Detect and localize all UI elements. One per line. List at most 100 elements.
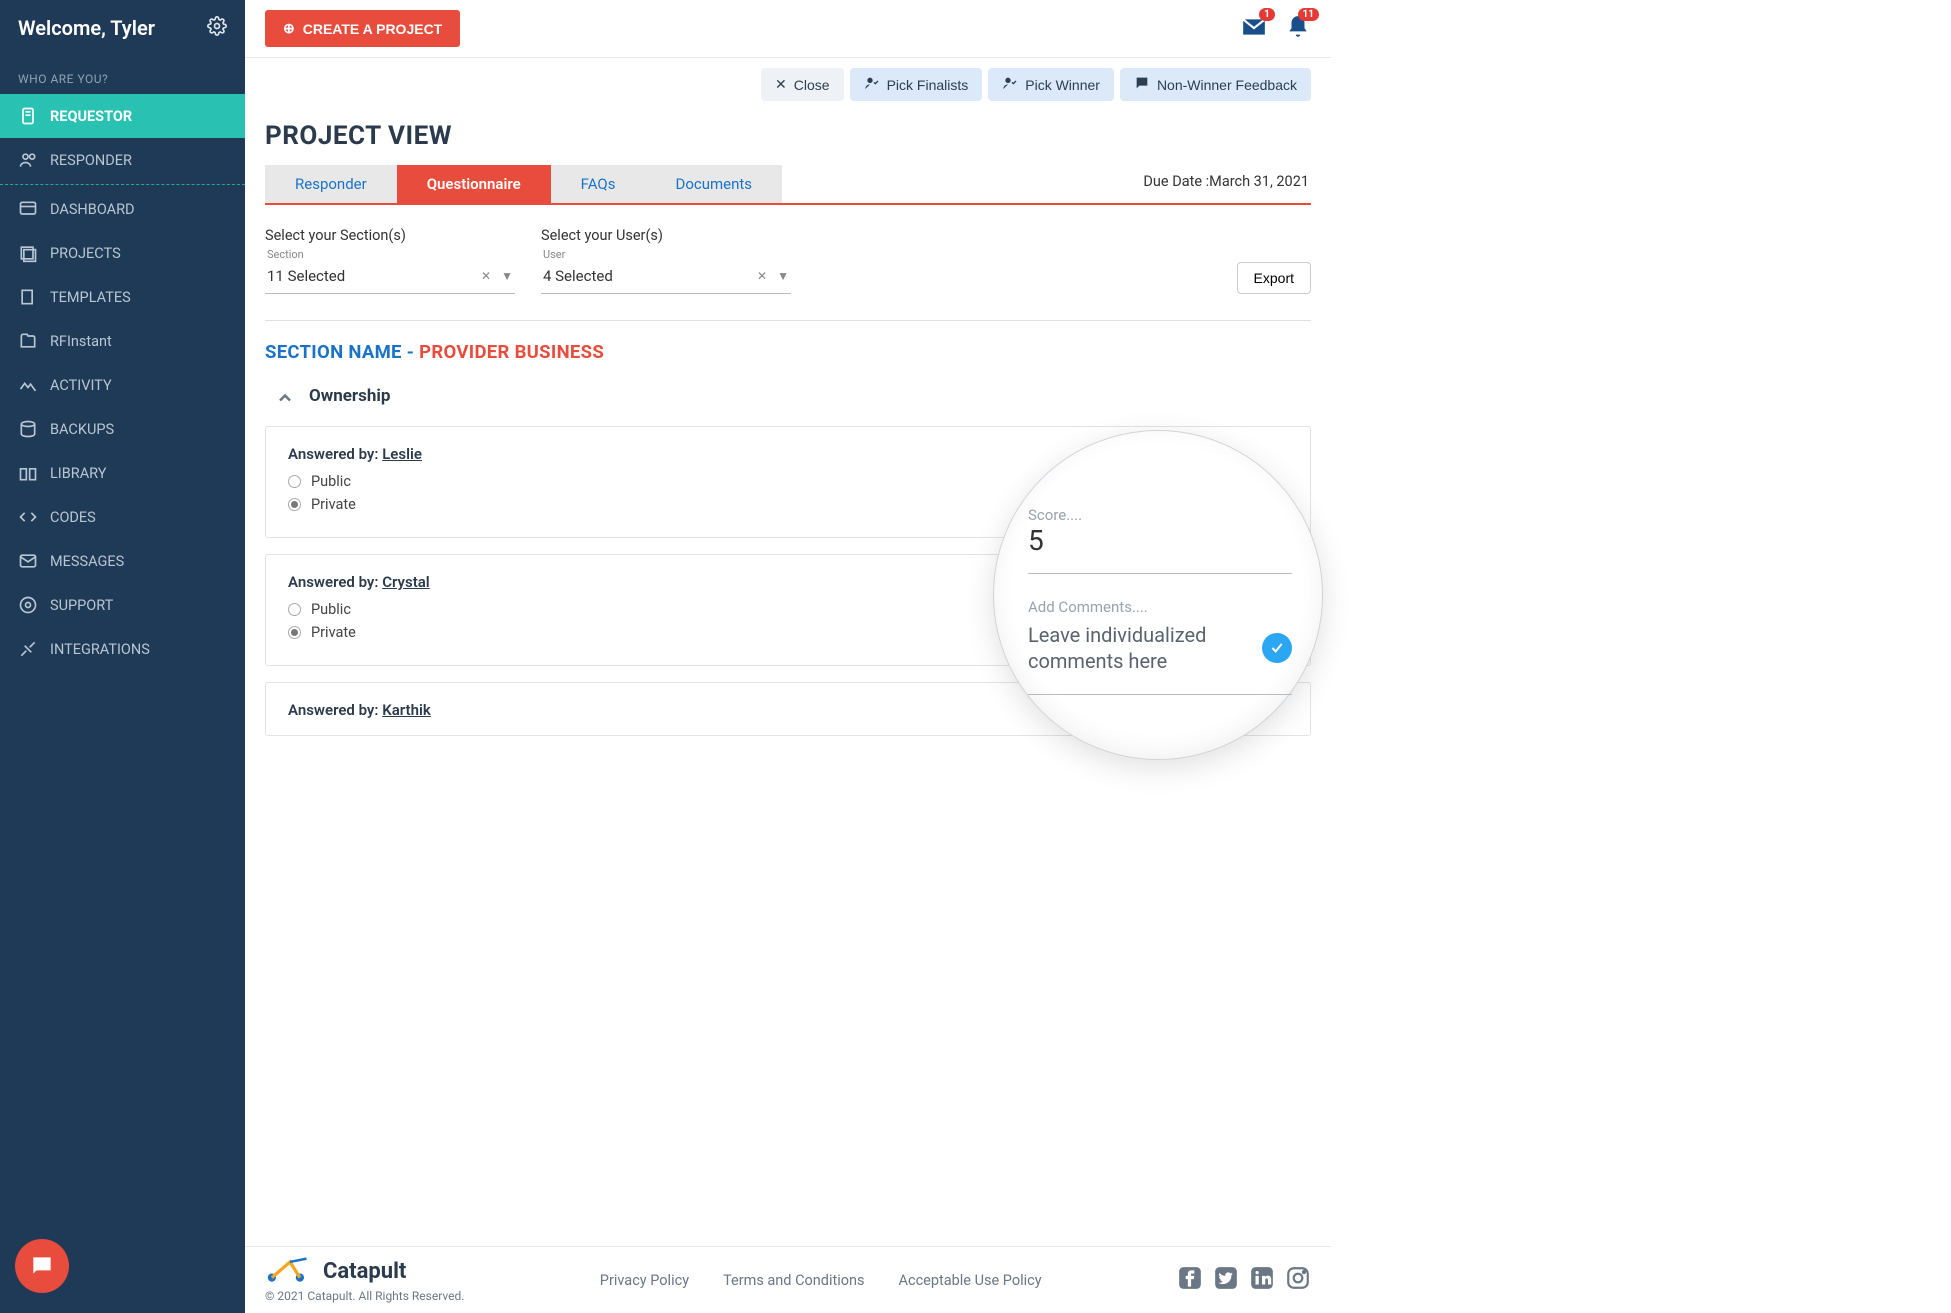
user-sublabel: User xyxy=(541,248,791,261)
sidebar-item-label: DASHBOARD xyxy=(50,201,135,218)
footer-link-privacy[interactable]: Privacy Policy xyxy=(600,1272,689,1289)
radio-option-public[interactable]: Public xyxy=(288,473,1028,490)
pick-winner-button[interactable]: Pick Winner xyxy=(988,68,1114,101)
sidebar-role-responder[interactable]: RESPONDER xyxy=(0,138,245,182)
responder-link[interactable]: Karthik xyxy=(382,701,431,719)
instagram-icon[interactable] xyxy=(1285,1265,1311,1295)
sidebar-item-library[interactable]: LIBRARY xyxy=(0,451,245,495)
sidebar-item-codes[interactable]: CODES xyxy=(0,495,245,539)
close-button[interactable]: ✕Close xyxy=(761,68,844,101)
sidebar-item-label: BACKUPS xyxy=(50,421,114,438)
tab-responder[interactable]: Responder xyxy=(265,165,397,203)
radio-option-private[interactable]: Private xyxy=(288,496,1028,513)
footer: Catapult © 2021 Catapult. All Rights Res… xyxy=(245,1246,1331,1313)
radio-option-public[interactable]: Public xyxy=(288,601,1028,618)
subsection-header[interactable]: Ownership xyxy=(275,383,1311,408)
sidebar-item-activity[interactable]: ACTIVITY xyxy=(0,363,245,407)
sidebar-item-integrations[interactable]: INTEGRATIONS xyxy=(0,627,245,671)
sidebar-item-label: TEMPLATES xyxy=(50,289,131,306)
sidebar-item-label: LIBRARY xyxy=(50,465,107,482)
sidebar-item-label: SUPPORT xyxy=(50,597,113,614)
brand-logo: Catapult xyxy=(265,1257,464,1285)
sidebar-item-label: REQUESTOR xyxy=(50,108,132,125)
chevron-down-icon[interactable]: ▼ xyxy=(777,269,789,283)
section-name: SECTION NAME - PROVIDER BUSINESS xyxy=(265,341,1311,363)
divider xyxy=(0,184,245,185)
facebook-icon[interactable] xyxy=(1177,1265,1203,1295)
action-row: ✕Close Pick Finalists Pick Winner Non-Wi… xyxy=(245,58,1331,115)
topbar: ⊕ CREATE A PROJECT 1 11 xyxy=(245,0,1331,58)
sidebar-item-label: PROJECTS xyxy=(50,245,121,262)
sidebar: Welcome, Tyler WHO ARE YOU? REQUESTOR RE… xyxy=(0,0,245,1313)
catapult-icon xyxy=(265,1257,315,1285)
pick-finalists-button[interactable]: Pick Finalists xyxy=(850,68,983,101)
section-select-value: 11 Selected xyxy=(267,267,345,285)
sidebar-item-label: RESPONDER xyxy=(50,152,132,169)
due-date: Due Date : March 31, 2021 xyxy=(782,165,1311,203)
tab-faqs[interactable]: FAQs xyxy=(551,165,646,203)
page-title: PROJECT VIEW xyxy=(265,115,1311,165)
section-select[interactable]: 11 Selected ✕ ▼ xyxy=(265,263,515,294)
bell-icon[interactable]: 11 xyxy=(1285,14,1311,44)
twitter-icon[interactable] xyxy=(1213,1265,1239,1295)
footer-link-terms[interactable]: Terms and Conditions xyxy=(723,1272,864,1289)
radio-icon xyxy=(288,475,301,488)
user-select[interactable]: 4 Selected ✕ ▼ xyxy=(541,263,791,294)
footer-link-aup[interactable]: Acceptable Use Policy xyxy=(899,1272,1042,1289)
sidebar-item-templates[interactable]: TEMPLATES xyxy=(0,275,245,319)
linkedin-icon[interactable] xyxy=(1249,1265,1275,1295)
plus-circle-icon: ⊕ xyxy=(283,20,295,37)
radio-icon xyxy=(288,626,301,639)
radio-icon xyxy=(288,498,301,511)
sidebar-item-support[interactable]: SUPPORT xyxy=(0,583,245,627)
nonwinner-feedback-button[interactable]: Non-Winner Feedback xyxy=(1120,68,1311,101)
who-are-you-label: WHO ARE YOU? xyxy=(0,60,245,94)
chat-fab[interactable] xyxy=(15,1239,69,1293)
close-icon: ✕ xyxy=(775,76,787,93)
sidebar-role-requestor[interactable]: REQUESTOR xyxy=(0,94,245,138)
divider xyxy=(265,320,1311,321)
check-circle-icon[interactable] xyxy=(1262,633,1292,663)
sidebar-item-label: CODES xyxy=(50,509,96,526)
sidebar-item-projects[interactable]: PROJECTS xyxy=(0,231,245,275)
subsection-title: Ownership xyxy=(309,386,390,406)
tab-questionnaire[interactable]: Questionnaire xyxy=(397,165,551,203)
mail-badge: 1 xyxy=(1259,8,1275,21)
comments-label: Add Comments.... xyxy=(1028,598,1292,616)
answered-by: Answered by: Crystal xyxy=(288,573,1028,591)
welcome-text: Welcome, Tyler xyxy=(18,16,155,40)
tab-row: Responder Questionnaire FAQs Documents D… xyxy=(265,165,1311,205)
gear-icon[interactable] xyxy=(207,16,227,40)
sidebar-item-label: ACTIVITY xyxy=(50,377,112,394)
responder-link[interactable]: Leslie xyxy=(382,445,422,463)
chevron-up-icon[interactable] xyxy=(275,383,295,408)
answered-by: Answered by: Leslie xyxy=(288,445,1028,463)
section-select-label: Select your Section(s) xyxy=(265,227,515,244)
mail-icon[interactable]: 1 xyxy=(1241,14,1267,44)
score-label: Score.... xyxy=(1028,506,1292,524)
tab-documents[interactable]: Documents xyxy=(645,165,782,203)
answered-by: Answered by: Karthik xyxy=(288,701,1028,719)
sidebar-item-label: RFInstant xyxy=(50,333,112,350)
user-check-icon xyxy=(1002,75,1018,94)
sidebar-item-rfinstant[interactable]: RFInstant xyxy=(0,319,245,363)
chevron-down-icon[interactable]: ▼ xyxy=(501,269,513,283)
user-select-label: Select your User(s) xyxy=(541,227,791,244)
bell-badge: 11 xyxy=(1298,8,1319,21)
copyright: © 2021 Catapult. All Rights Reserved. xyxy=(265,1289,464,1303)
radio-option-private[interactable]: Private xyxy=(288,624,1028,641)
magnifier-overlay: Score.... 5 Add Comments.... Leave indiv… xyxy=(993,430,1323,760)
sidebar-item-backups[interactable]: BACKUPS xyxy=(0,407,245,451)
clear-icon[interactable]: ✕ xyxy=(757,269,767,283)
comments-hint[interactable]: Leave individualized comments here xyxy=(1028,622,1292,695)
create-project-button[interactable]: ⊕ CREATE A PROJECT xyxy=(265,10,460,47)
sidebar-item-dashboard[interactable]: DASHBOARD xyxy=(0,187,245,231)
responder-link[interactable]: Crystal xyxy=(382,573,430,591)
user-check-icon xyxy=(864,75,880,94)
sidebar-item-messages[interactable]: MESSAGES xyxy=(0,539,245,583)
sidebar-item-label: MESSAGES xyxy=(50,553,124,570)
export-button[interactable]: Export xyxy=(1237,262,1311,294)
score-value[interactable]: 5 xyxy=(1028,524,1292,574)
user-select-value: 4 Selected xyxy=(543,267,613,285)
clear-icon[interactable]: ✕ xyxy=(481,269,491,283)
